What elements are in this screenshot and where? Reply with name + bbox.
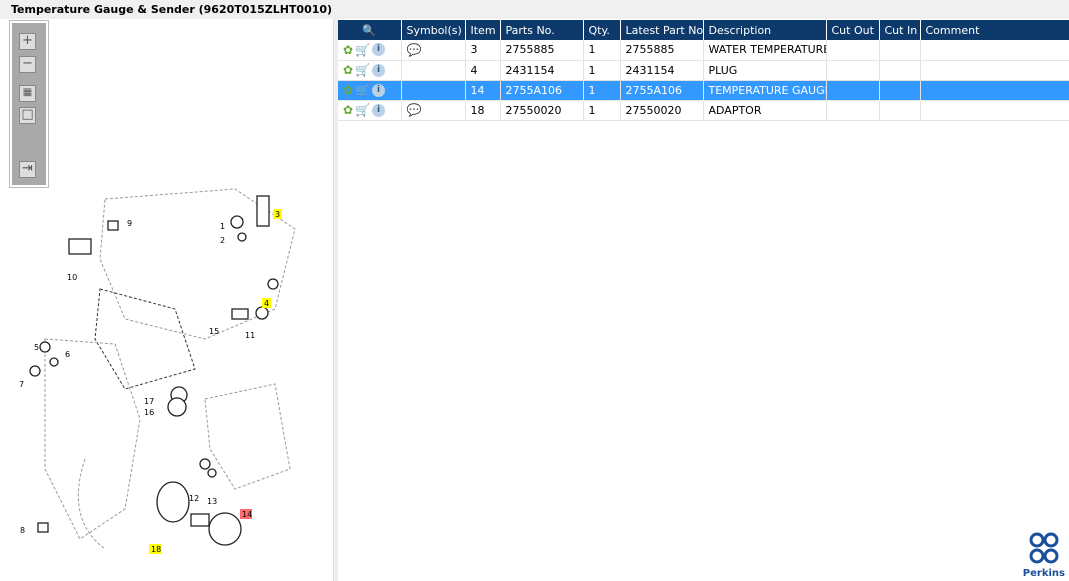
fit-view-button[interactable]: ▦ — [19, 85, 36, 102]
callout-15[interactable]: 15 — [209, 327, 219, 336]
item-cell: 18 — [465, 100, 501, 121]
callout-2[interactable]: 2 — [220, 236, 225, 245]
column-qty[interactable]: Qty. — [583, 20, 621, 40]
item-cell: 4 — [465, 60, 501, 81]
cut-in-cell — [879, 100, 921, 121]
comment-bubble-icon[interactable]: 💬 — [407, 43, 422, 57]
symbols-cell: 💬 — [401, 100, 466, 121]
item-cell: 3 — [465, 40, 501, 61]
cut-in-cell — [879, 80, 921, 101]
parts-no-cell: 2755885 — [500, 40, 584, 61]
callout-12[interactable]: 12 — [189, 494, 199, 503]
latest-part-no-cell: 2755885 — [620, 40, 704, 61]
callout-5[interactable]: 5 — [34, 343, 39, 352]
info-icon[interactable]: i — [372, 63, 386, 77]
callout-4[interactable]: 4 — [264, 299, 269, 308]
callout-6[interactable]: 6 — [65, 350, 70, 359]
qty-cell: 1 — [583, 60, 621, 81]
column-cut-in[interactable]: Cut In — [879, 20, 921, 40]
row-actions: ✿ 🛒 i — [338, 100, 402, 121]
description-cell: PLUG — [703, 60, 827, 81]
column-parts-no[interactable]: Parts No. — [500, 20, 584, 40]
search-icon[interactable]: 🔍 — [362, 24, 376, 37]
cart-icon[interactable]: 🛒 — [355, 63, 370, 77]
symbols-cell — [401, 60, 466, 81]
latest-part-no-cell: 2431154 — [620, 60, 704, 81]
cut-in-cell — [879, 60, 921, 81]
callout-13[interactable]: 13 — [207, 497, 217, 506]
comment-cell — [920, 80, 1069, 101]
qty-cell: 1 — [583, 100, 621, 121]
column-cut-out[interactable]: Cut Out — [826, 20, 880, 40]
cart-icon[interactable]: 🛒 — [355, 43, 370, 57]
column-item[interactable]: Item — [465, 20, 501, 40]
exploded-parts-diagram[interactable]: 3 9 1 2 10 4 15 11 5 6 7 17 16 12 13 14 … — [5, 169, 334, 579]
parts-no-cell: 27550020 — [500, 100, 584, 121]
search-column-header[interactable]: 🔍 — [338, 20, 402, 40]
qty-cell: 1 — [583, 40, 621, 61]
callout-1[interactable]: 1 — [220, 222, 225, 231]
description-cell: TEMPERATURE GAUGE — [703, 80, 827, 101]
diagram-panel[interactable]: + − ▦ □ ⇥ 3 9 1 2 10 4 15 11 5 6 7 17 16… — [5, 19, 334, 581]
row-actions: ✿ 🛒 i — [338, 80, 402, 101]
row-actions: ✿ 🛒 i — [338, 40, 402, 61]
column-description[interactable]: Description — [703, 20, 827, 40]
comment-bubble-icon[interactable]: 💬 — [407, 103, 422, 117]
column-comment[interactable]: Comment — [920, 20, 1069, 40]
callout-3[interactable]: 3 — [275, 210, 280, 219]
column-latest-part-no[interactable]: Latest Part No. — [620, 20, 704, 40]
callout-18[interactable]: 18 — [151, 545, 161, 554]
description-cell: WATER TEMPERATURE SENDER — [703, 40, 827, 61]
comment-cell — [920, 60, 1069, 81]
gear-icon[interactable]: ✿ — [343, 63, 353, 77]
row-actions: ✿ 🛒 i — [338, 60, 402, 81]
parts-no-cell: 2755A106 — [500, 80, 584, 101]
cut-out-cell — [826, 80, 880, 101]
cart-icon[interactable]: 🛒 — [355, 103, 370, 117]
gear-icon[interactable]: ✿ — [343, 103, 353, 117]
table-row[interactable]: ✿ 🛒 i 💬 3 2755885 1 2755885 WATER TEMPERAT… — [338, 40, 1069, 61]
symbols-cell — [401, 80, 466, 101]
parts-table: 🔍 Symbol(s) Item Parts No. Qty. Latest P… — [338, 20, 1069, 121]
cut-out-cell — [826, 60, 880, 81]
actual-size-button[interactable]: □ — [19, 107, 36, 124]
description-cell: ADAPTOR — [703, 100, 827, 121]
callout-8[interactable]: 8 — [20, 526, 25, 535]
cart-icon[interactable]: 🛒 — [355, 83, 370, 97]
page-title: Temperature Gauge & Sender (9620T015ZLHT… — [0, 0, 1069, 19]
diagram-toolbar: + − ▦ □ ⇥ — [9, 20, 49, 188]
callout-9[interactable]: 9 — [127, 219, 132, 228]
callout-16[interactable]: 16 — [144, 408, 154, 417]
callout-14[interactable]: 14 — [242, 510, 252, 519]
table-row[interactable]: ✿ 🛒 i 14 2755A106 1 2755A106 TEMPERATURE G… — [338, 80, 1069, 101]
gear-icon[interactable]: ✿ — [343, 43, 353, 57]
gear-icon[interactable]: ✿ — [343, 83, 353, 97]
table-row[interactable]: ✿ 🛒 i 4 2431154 1 2431154 PLUG — [338, 60, 1069, 81]
perkins-logo-icon — [1029, 532, 1059, 564]
callout-17[interactable]: 17 — [144, 397, 154, 406]
column-symbols[interactable]: Symbol(s) — [401, 20, 466, 40]
latest-part-no-cell: 27550020 — [620, 100, 704, 121]
info-icon[interactable]: i — [372, 83, 386, 97]
latest-part-no-cell: 2755A106 — [620, 80, 704, 101]
comment-cell — [920, 100, 1069, 121]
symbols-cell: 💬 — [401, 40, 466, 61]
callout-7[interactable]: 7 — [19, 380, 24, 389]
perkins-logo: Perkins — [1023, 531, 1065, 579]
info-icon[interactable]: i — [372, 103, 386, 117]
qty-cell: 1 — [583, 80, 621, 101]
cut-out-cell — [826, 40, 880, 61]
callout-11[interactable]: 11 — [245, 331, 255, 340]
comment-cell — [920, 40, 1069, 61]
callout-10[interactable]: 10 — [67, 273, 77, 282]
item-cell: 14 — [465, 80, 501, 101]
info-icon[interactable]: i — [372, 43, 386, 57]
table-row[interactable]: ✿ 🛒 i 💬 18 27550020 1 27550020 ADAPTOR — [338, 100, 1069, 121]
parts-no-cell: 2431154 — [500, 60, 584, 81]
cut-in-cell — [879, 40, 921, 61]
zoom-out-button[interactable]: − — [19, 56, 36, 73]
cut-out-cell — [826, 100, 880, 121]
zoom-in-button[interactable]: + — [19, 33, 36, 50]
